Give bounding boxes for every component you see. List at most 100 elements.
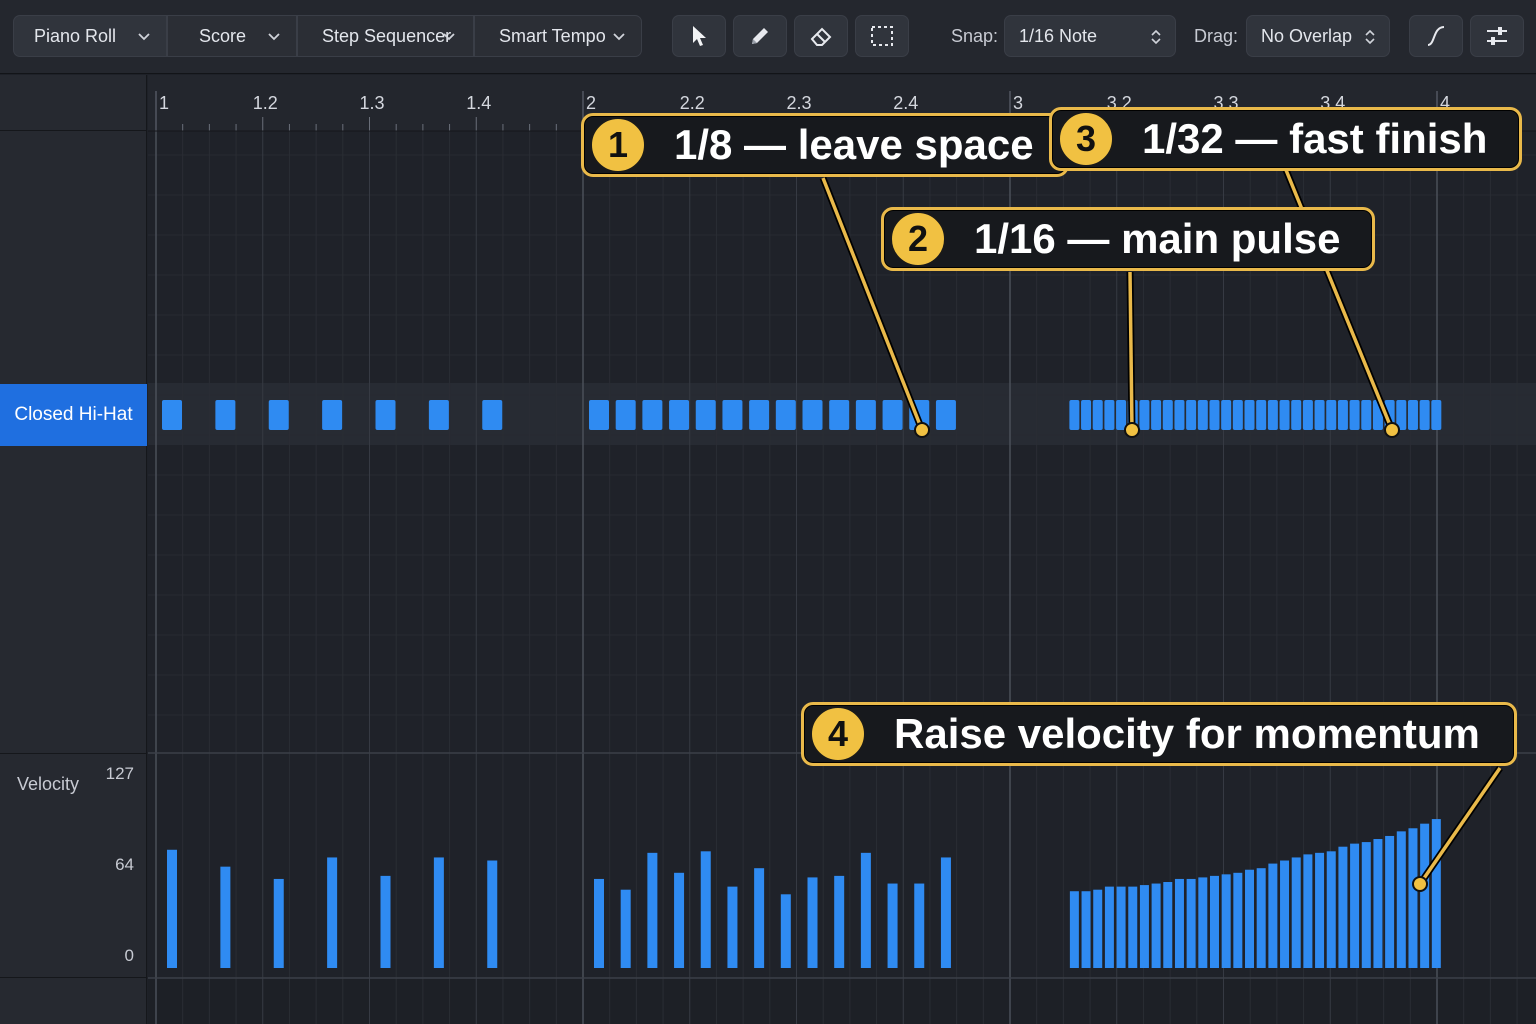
snap-value: 1/16 Note xyxy=(1019,25,1098,46)
velocity-bar xyxy=(620,889,631,968)
snap-label: Snap: xyxy=(951,26,999,46)
lower-background xyxy=(148,978,1536,1024)
velocity-bar xyxy=(327,857,338,968)
hi-hat-note xyxy=(1127,400,1138,430)
velocity-bar xyxy=(1209,875,1219,968)
hi-hat-note xyxy=(322,400,343,430)
eraser-tool-button[interactable] xyxy=(794,15,848,57)
velocity-bar xyxy=(1221,874,1231,968)
velocity-bar xyxy=(594,878,604,968)
velocity-bar xyxy=(433,857,444,968)
track-sidebar: Closed Hi-Hat Velocity 127 64 0 xyxy=(0,75,147,1024)
ruler-label: 2.2 xyxy=(680,93,705,113)
hi-hat-note xyxy=(855,400,876,430)
marquee-tool-button[interactable] xyxy=(855,15,909,57)
velocity-tick-max: 127 xyxy=(105,764,134,783)
callout-sixteenth-notes: 2 1/16 — main pulse xyxy=(881,207,1375,271)
hi-hat-note xyxy=(428,400,449,430)
ruler-label: 1.3 xyxy=(360,93,385,113)
curve-button[interactable] xyxy=(1409,15,1463,57)
velocity-bar xyxy=(1385,835,1395,968)
hi-hat-note xyxy=(695,400,716,430)
hi-hat-note xyxy=(1162,400,1173,430)
hi-hat-note xyxy=(882,400,903,430)
curve-icon xyxy=(1427,26,1445,46)
tab-score[interactable]: Score xyxy=(167,15,297,57)
velocity-bar xyxy=(1408,828,1418,968)
ruler-label: 3 xyxy=(1013,93,1023,113)
tab-step-sequencer[interactable]: Step Sequencer xyxy=(297,15,474,57)
hi-hat-note xyxy=(775,400,796,430)
velocity-bar xyxy=(860,852,871,968)
callout-text: 1/8 — leave space xyxy=(674,121,1034,168)
callout-eighth-notes: 1 1/8 — leave space xyxy=(581,113,1069,177)
ruler-label: 1.4 xyxy=(466,93,491,113)
callout-number: 4 xyxy=(810,706,866,762)
chevron-down-icon xyxy=(138,33,150,41)
drag-value: No Overlap xyxy=(1261,25,1353,46)
velocity-bar xyxy=(700,851,711,968)
drag-select[interactable]: No Overlap xyxy=(1246,15,1390,57)
tab-label: Piano Roll xyxy=(34,25,117,46)
velocity-bar xyxy=(1326,851,1336,968)
hi-hat-note xyxy=(1092,400,1103,430)
velocity-bar xyxy=(273,878,284,968)
velocity-bar xyxy=(1151,883,1161,968)
hi-hat-note xyxy=(268,400,289,430)
chevron-down-icon xyxy=(268,33,280,41)
pointer-tool-button[interactable] xyxy=(672,15,726,57)
velocity-bar xyxy=(1396,831,1406,968)
callout-number: 1 xyxy=(590,117,646,173)
hi-hat-note xyxy=(802,400,823,430)
velocity-tick-min: 0 xyxy=(124,946,134,965)
hi-hat-note xyxy=(1139,400,1150,430)
chevron-down-icon xyxy=(443,33,455,41)
hi-hat-note xyxy=(642,400,663,430)
ruler-spacer xyxy=(0,75,147,131)
hi-hat-note xyxy=(909,400,930,430)
hi-hat-note xyxy=(589,400,609,430)
hi-hat-note xyxy=(1302,400,1313,430)
settings-button[interactable] xyxy=(1470,15,1524,57)
velocity-bar xyxy=(1280,860,1290,968)
velocity-bar xyxy=(1069,891,1079,968)
velocity-bar xyxy=(167,849,177,968)
velocity-bar xyxy=(887,883,898,968)
hi-hat-note xyxy=(1279,400,1290,430)
hi-hat-note xyxy=(1337,400,1348,430)
velocity-bar xyxy=(1431,819,1441,968)
hi-hat-note xyxy=(669,400,690,430)
hi-hat-note xyxy=(722,400,743,430)
velocity-bar xyxy=(1315,852,1325,968)
updown-chevron-icon xyxy=(1365,29,1375,45)
pencil-tool-button[interactable] xyxy=(733,15,787,57)
hi-hat-note xyxy=(1174,400,1185,430)
tab-piano-roll[interactable]: Piano Roll xyxy=(13,15,167,57)
toolbar: Piano Roll Score Step Sequencer Smart Te… xyxy=(0,0,1536,74)
velocity-bar xyxy=(1198,877,1208,968)
divider xyxy=(0,753,147,754)
velocity-bar xyxy=(1174,878,1184,968)
divider xyxy=(0,977,147,978)
velocity-bar xyxy=(1350,843,1360,968)
snap-select[interactable]: 1/16 Note xyxy=(1004,15,1176,57)
marquee-icon xyxy=(871,26,893,46)
velocity-bar xyxy=(647,852,658,968)
velocity-bar xyxy=(220,866,231,968)
hi-hat-note xyxy=(1291,400,1302,430)
hi-hat-note xyxy=(1267,400,1278,430)
velocity-lane-label: Velocity xyxy=(17,774,80,794)
velocity-bar xyxy=(1338,846,1348,968)
callout-text: Raise velocity for momentum xyxy=(894,710,1480,757)
ruler-label: 2 xyxy=(586,93,596,113)
hi-hat-note xyxy=(1372,400,1383,430)
hi-hat-note xyxy=(1419,400,1430,430)
callout-velocity: 4 Raise velocity for momentum xyxy=(801,702,1517,766)
callout-text: 1/32 — fast finish xyxy=(1142,115,1488,162)
track-name-closed-hi-hat[interactable]: Closed Hi-Hat xyxy=(0,384,147,446)
tab-smart-tempo[interactable]: Smart Tempo xyxy=(474,15,642,57)
velocity-bar xyxy=(940,857,951,968)
velocity-bar xyxy=(674,872,685,968)
ruler-label: 1.2 xyxy=(253,93,278,113)
velocity-bar xyxy=(914,883,925,968)
